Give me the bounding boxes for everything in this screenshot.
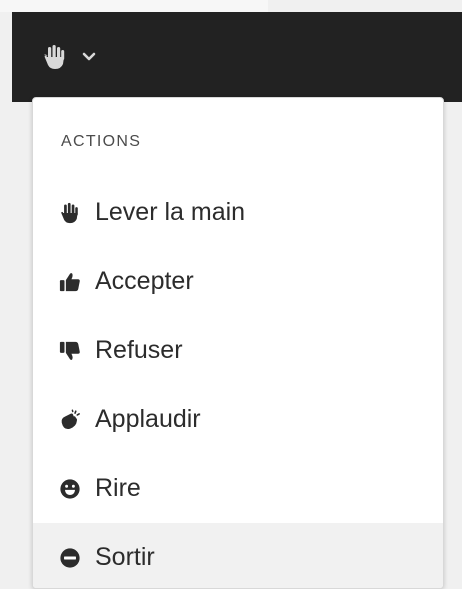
menu-item-refuse[interactable]: Refuser [33,316,443,385]
top-strip [0,0,268,12]
raise-hand-icon [59,202,81,224]
raise-hand-icon [42,44,68,70]
menu-item-step-away[interactable]: Sortir [33,523,443,588]
menu-item-label: Applaudir [95,405,201,433]
menu-item-list: Lever la main Accepter Refuser Applaudir… [33,178,443,588]
menu-item-label: Sortir [95,543,155,571]
menu-item-raise-hand[interactable]: Lever la main [33,178,443,247]
menu-item-label: Accepter [95,267,194,295]
actions-menu: ACTIONS Lever la main Accepter Refuser A… [32,97,444,589]
menu-item-applaud[interactable]: Applaudir [33,385,443,454]
chevron-down-icon [82,52,96,62]
thumbs-up-icon [59,271,81,293]
menu-heading: ACTIONS [61,133,142,150]
menu-item-laugh[interactable]: Rire [33,454,443,523]
meeting-toolbar [12,12,462,102]
laugh-icon [59,478,81,500]
applause-icon [59,409,81,431]
status-dropdown-button[interactable] [42,34,96,80]
thumbs-down-icon [59,340,81,362]
menu-item-label: Rire [95,474,141,502]
step-away-icon [59,547,81,569]
menu-item-accept[interactable]: Accepter [33,247,443,316]
menu-item-label: Refuser [95,336,183,364]
menu-item-label: Lever la main [95,198,246,226]
